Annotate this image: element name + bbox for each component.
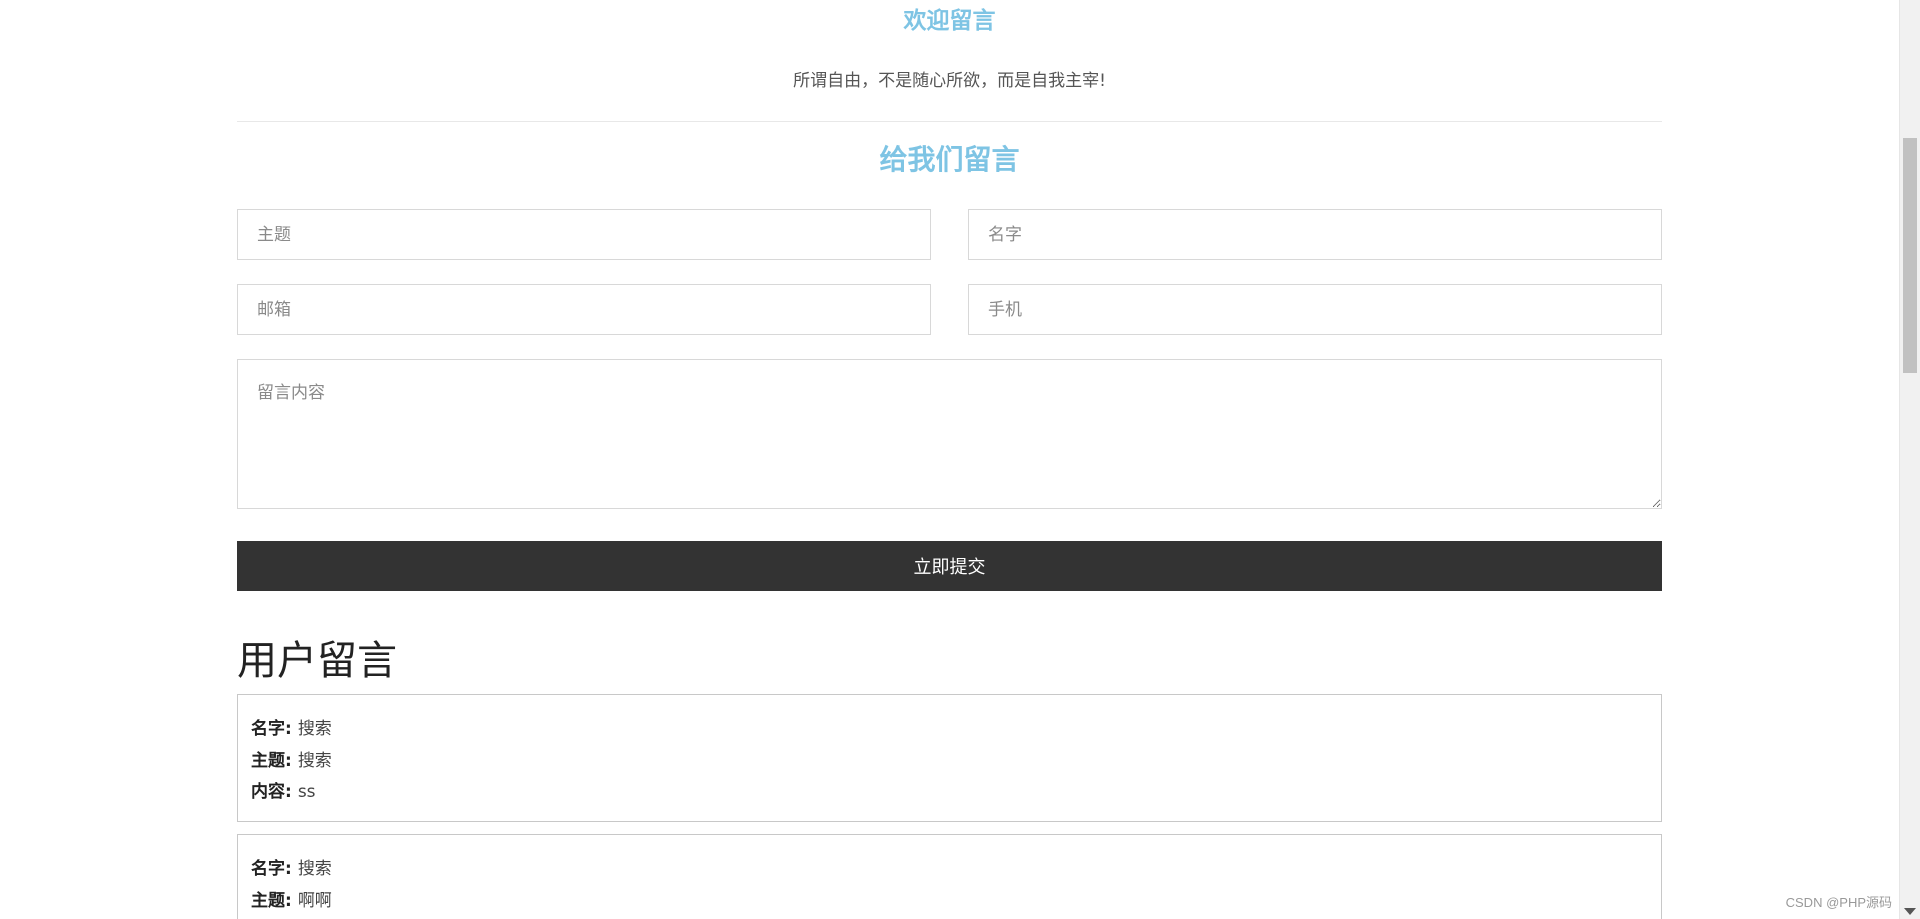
- message-card: 名字: 搜索 主题: 啊啊: [237, 834, 1662, 919]
- divider: [237, 121, 1662, 122]
- name-label: 名字:: [251, 859, 292, 879]
- vertical-scrollbar[interactable]: [1899, 0, 1920, 919]
- name-value: 搜索: [297, 859, 332, 879]
- page: 欢迎留言 所谓自由，不是随心所欲，而是自我主宰! 给我们留言 立即提交 用户留言…: [0, 0, 1920, 919]
- subject-label: 主题:: [251, 750, 292, 771]
- email-input[interactable]: [237, 284, 931, 335]
- scrollbar-thumb[interactable]: [1903, 138, 1917, 373]
- welcome-title: 欢迎留言: [903, 8, 996, 34]
- message-subject-row: 主题: 啊啊: [251, 886, 1648, 918]
- message-content-textarea[interactable]: [237, 359, 1662, 509]
- message-subject-row: 主题: 搜索: [251, 746, 1648, 778]
- phone-input[interactable]: [968, 284, 1662, 335]
- scroll-down-arrow-icon[interactable]: [1904, 908, 1916, 915]
- message-name-row: 名字: 搜索: [251, 854, 1648, 886]
- name-value: 搜索: [297, 719, 332, 739]
- welcome-subtitle: 所谓自由，不是随心所欲，而是自我主宰!: [793, 71, 1106, 91]
- submit-button[interactable]: 立即提交: [237, 541, 1662, 591]
- subject-value: 搜索: [297, 750, 332, 771]
- subject-value: 啊啊: [297, 890, 332, 911]
- content-label: 内容:: [251, 782, 292, 802]
- name-input[interactable]: [968, 209, 1662, 260]
- subject-label: 主题:: [251, 890, 292, 911]
- message-name-row: 名字: 搜索: [251, 714, 1648, 746]
- message-content-row: 内容: ss: [251, 777, 1648, 809]
- name-label: 名字:: [251, 719, 292, 739]
- messages-title: 用户留言: [237, 638, 397, 684]
- content-value: ss: [297, 782, 316, 802]
- watermark: CSDN @PHP源码: [1785, 895, 1892, 910]
- form-title: 给我们留言: [879, 143, 1020, 176]
- subject-input[interactable]: [237, 209, 931, 260]
- message-card: 名字: 搜索 主题: 搜索 内容: ss: [237, 694, 1662, 822]
